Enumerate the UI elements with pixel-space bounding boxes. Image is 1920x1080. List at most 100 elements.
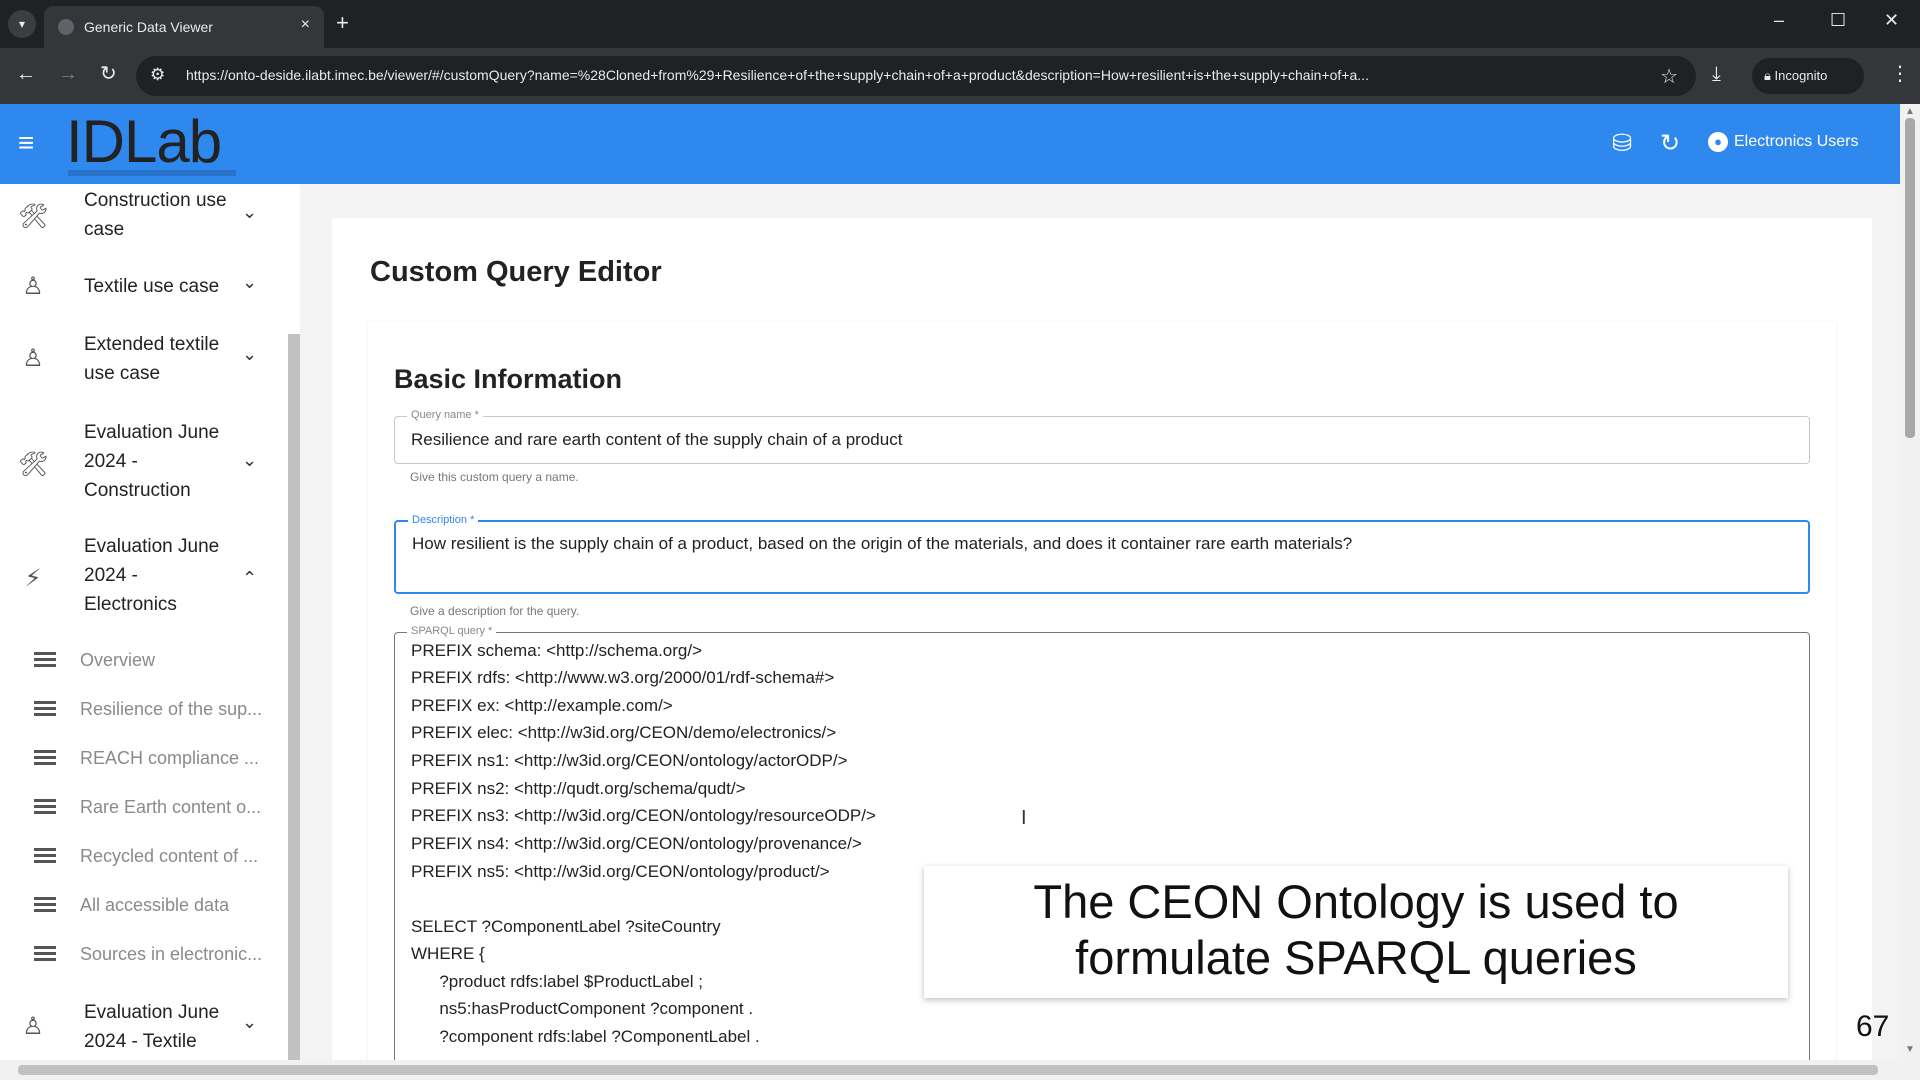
sidebar-item-label: All accessible data	[80, 895, 230, 915]
slide-number: 67	[1856, 1010, 1890, 1043]
chevron-down-icon[interactable]: ⌄	[242, 202, 257, 223]
browser-tab[interactable]: Generic Data Viewer ×	[44, 6, 324, 48]
sidebar-item-sources[interactable]: Sources in electronic...	[0, 938, 286, 978]
sidebar-item-recycled[interactable]: Recycled content of ...	[0, 840, 286, 880]
description-help: Give a description for the query.	[410, 604, 580, 618]
incognito-indicator[interactable]: 🔒︎ Incognito	[1752, 58, 1864, 94]
chevron-down-icon[interactable]: ⌄	[242, 450, 257, 471]
sparql-line: PREFIX ns2: <http://qudt.org/schema/qudt…	[411, 779, 746, 798]
download-icon[interactable]: ⤓	[1712, 62, 1721, 86]
list-icon	[34, 897, 56, 917]
sparql-line: ns5:hasProductComponent ?component .	[411, 999, 754, 1018]
sidebar-item-label: Rare Earth content o...	[80, 797, 262, 817]
sparql-line: PREFIX ex: <http://example.com/>	[411, 696, 673, 715]
sparql-query-field[interactable]: SPARQL query * PREFIX schema: <http://sc…	[394, 625, 1810, 1080]
person-icon: ♙	[22, 345, 44, 372]
sparql-line: PREFIX schema: <http://schema.org/>	[411, 641, 703, 660]
sidebar-group-label: case	[84, 219, 125, 240]
sidebar-group-eval-electronics[interactable]: ⚡ Evaluation June 2024 - Electronics ⌃	[0, 532, 286, 622]
browser-toolbar: ← → ↻ ⚙ https://onto-deside.ilabt.imec.b…	[0, 48, 1920, 104]
address-bar[interactable]: ⚙ https://onto-deside.ilabt.imec.be/view…	[136, 56, 1696, 96]
slide-caption: The CEON Ontology is used to formulate S…	[924, 866, 1788, 998]
sidebar-group-label: Extended textile	[84, 334, 220, 355]
scrollbar-thumb[interactable]	[1905, 118, 1915, 438]
logo-tagline	[68, 170, 236, 176]
idlab-logo: IDLab	[66, 108, 222, 175]
sidebar-group-label: Evaluation June	[84, 422, 220, 443]
sidebar-item-label: Resilience of the sup...	[80, 699, 263, 719]
chevron-down-icon[interactable]: ⌄	[242, 344, 257, 365]
sidebar-item-overview[interactable]: Overview	[0, 644, 286, 684]
sidebar-group-extended-textile[interactable]: ♙ Extended textile use case ⌄	[0, 330, 286, 392]
sparql-line: PREFIX rdfs: <http://www.w3.org/2000/01/…	[411, 668, 835, 687]
query-name-field[interactable]: Query name * Resilience and rare earth c…	[394, 409, 1810, 464]
new-tab-button[interactable]: +	[336, 10, 349, 36]
list-icon	[34, 848, 56, 868]
sidebar-group-construction[interactable]: 🛠 Construction use case ⌄	[0, 184, 286, 246]
sparql-line: SELECT ?ComponentLabel ?siteCountry	[411, 917, 721, 936]
description-legend: Description *	[408, 514, 479, 526]
list-icon	[34, 652, 56, 672]
reload-icon[interactable]: ↻	[100, 62, 117, 86]
user-label: Electronics Users	[1734, 133, 1859, 151]
person-icon: ♙	[22, 273, 44, 300]
refresh-icon[interactable]: ↻	[1660, 130, 1680, 158]
section-title: Basic Information	[394, 364, 623, 394]
description-value[interactable]: How resilient is the supply chain of a p…	[412, 534, 1352, 554]
scrollbar-thumb[interactable]	[18, 1065, 1878, 1075]
sidebar-item-all-data[interactable]: All accessible data	[0, 889, 286, 929]
site-info-icon[interactable]: ⚙	[150, 65, 165, 85]
app-header: ≡ IDLab ⛁ ↻ ● Electronics Users	[0, 104, 1900, 184]
list-icon	[34, 799, 56, 819]
close-window-button[interactable]: ✕	[1884, 10, 1899, 31]
database-icon[interactable]: ⛁	[1612, 130, 1632, 158]
sidebar-group-label: Construction	[84, 480, 191, 501]
browser-menu-icon[interactable]: ⋮	[1890, 62, 1910, 86]
incognito-label: Incognito	[1774, 68, 1828, 83]
bookmark-star-icon[interactable]: ☆	[1660, 64, 1678, 89]
minimize-button[interactable]: –	[1774, 10, 1784, 31]
sparql-line: PREFIX ns3: <http://w3id.org/CEON/ontolo…	[411, 806, 876, 825]
sidebar-group-label: Construction use	[84, 190, 227, 211]
back-arrow-icon[interactable]: ←	[16, 62, 36, 86]
sidebar-item-rare-earth[interactable]: Rare Earth content o...	[0, 791, 286, 831]
scroll-down-icon[interactable]: ▼	[1905, 1044, 1915, 1055]
chevron-up-icon[interactable]: ⌃	[242, 568, 257, 589]
menu-icon[interactable]: ≡	[18, 128, 34, 158]
tools-icon: 🛠	[18, 203, 49, 230]
chevron-down-icon[interactable]: ⌄	[242, 1012, 257, 1033]
caption-line: formulate SPARQL queries	[1075, 931, 1637, 984]
sidebar-group-eval-textile[interactable]: ♙ Evaluation June 2024 - Textile ⌄	[0, 998, 286, 1060]
sparql-line: ?product rdfs:label $ProductLabel ;	[411, 972, 704, 991]
chevron-down-icon[interactable]: ⌄	[242, 272, 257, 293]
tab-close-icon[interactable]: ×	[301, 16, 310, 34]
sidebar: 🛠 Construction use case ⌄ ♙ Textile use …	[0, 184, 300, 1060]
query-name-value[interactable]: Resilience and rare earth content of the…	[411, 430, 902, 450]
sidebar-item-resilience[interactable]: Resilience of the sup...	[0, 693, 286, 733]
incognito-icon: 🔒︎	[1764, 68, 1775, 83]
sparql-line: PREFIX ns4: <http://w3id.org/CEON/ontolo…	[411, 834, 862, 853]
sparql-legend: SPARQL query *	[407, 625, 497, 637]
user-menu[interactable]: ● Electronics Users	[1708, 132, 1858, 152]
maximize-button[interactable]: ☐	[1830, 10, 1846, 31]
sidebar-group-textile[interactable]: ♙ Textile use case ⌄	[0, 272, 286, 316]
sidebar-item-label: Recycled content of ...	[80, 846, 259, 866]
sidebar-group-eval-construction[interactable]: 🛠 Evaluation June 2024 - Construction ⌄	[0, 418, 286, 508]
sidebar-scrollbar[interactable]	[288, 334, 300, 1060]
person-icon: ♙	[22, 1013, 44, 1040]
tab-title: Generic Data Viewer	[84, 19, 213, 35]
page-vertical-scrollbar[interactable]: ▲ ▼	[1900, 104, 1920, 1060]
scroll-up-icon[interactable]: ▲	[1905, 106, 1915, 117]
tools-icon: 🛠	[18, 451, 49, 478]
url-text[interactable]: https://onto-deside.ilabt.imec.be/viewer…	[186, 67, 1646, 83]
sidebar-item-label: Overview	[80, 650, 156, 670]
tab-search-button[interactable]: ▾	[8, 10, 36, 38]
page-horizontal-scrollbar[interactable]	[0, 1060, 1920, 1080]
forward-arrow-icon[interactable]: →	[58, 62, 78, 86]
description-field[interactable]: Description * How resilient is the suppl…	[394, 514, 1810, 594]
sidebar-group-label: Evaluation June	[84, 536, 220, 557]
sidebar-group-label: Electronics	[84, 594, 177, 615]
list-icon	[34, 946, 56, 966]
caption-line: The CEON Ontology is used to	[1033, 875, 1679, 928]
sidebar-item-reach[interactable]: REACH compliance ...	[0, 742, 286, 782]
